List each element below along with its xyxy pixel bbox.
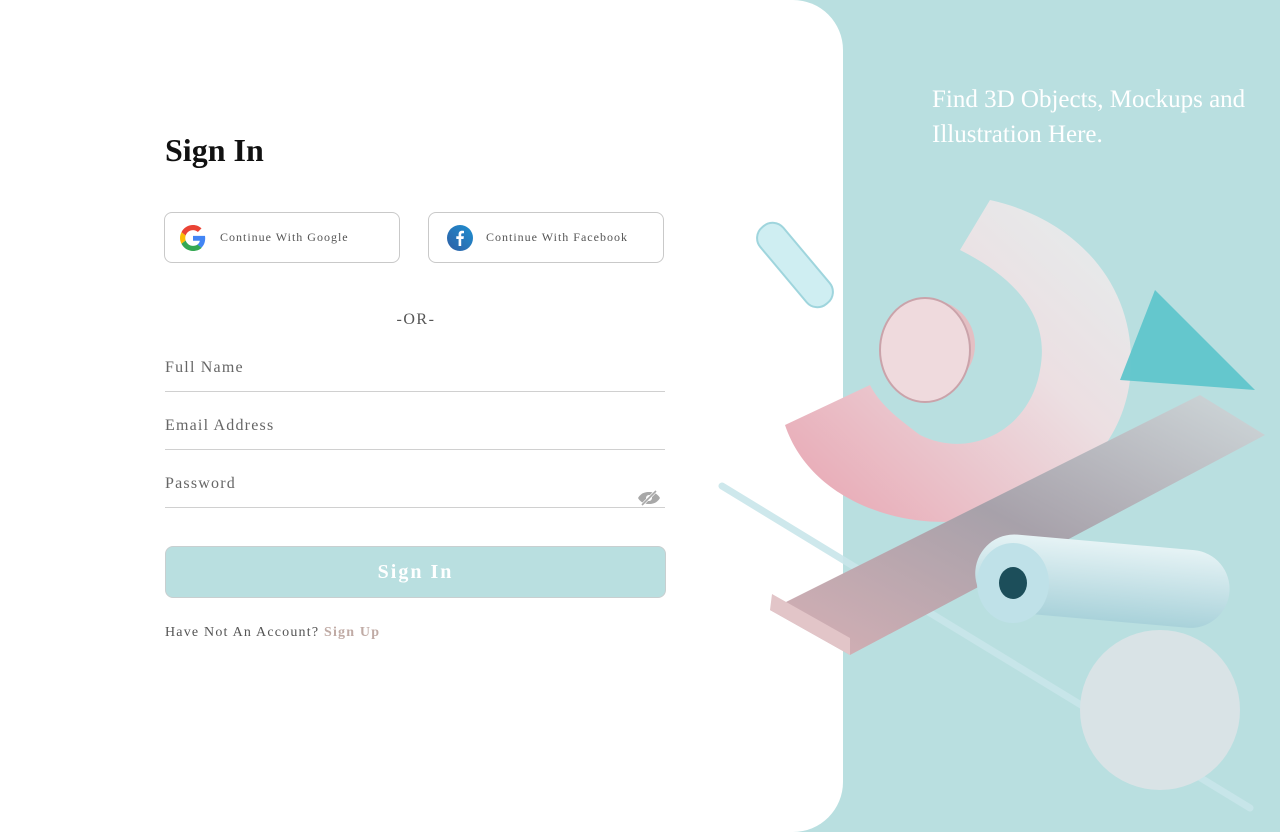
facebook-icon [447,225,473,251]
facebook-button-label: Continue With Facebook [486,230,628,244]
3d-objects-illustration [718,200,1265,812]
email-field [165,409,665,450]
no-account-text: Have Not An Account? [165,625,320,640]
signup-prompt: Have Not An Account? Sign Up [165,625,380,641]
page-title: Sign In [165,132,264,168]
email-input[interactable] [165,417,625,435]
facebook-signin-button[interactable]: Continue With Facebook [428,212,664,263]
promo-tagline: Find 3D Objects, Mockups and Illustratio… [932,86,1246,148]
google-signin-button[interactable]: Continue With Google [164,212,400,263]
eye-slash-icon[interactable] [637,490,661,506]
google-button-label: Continue With Google [220,230,349,244]
password-field [165,467,665,508]
full-name-input[interactable] [165,359,625,377]
password-input[interactable] [165,475,625,493]
google-icon [180,225,206,251]
full-name-field [165,351,665,392]
sign-in-button[interactable]: Sign In [165,546,666,598]
sign-up-link[interactable]: Sign Up [324,625,380,640]
